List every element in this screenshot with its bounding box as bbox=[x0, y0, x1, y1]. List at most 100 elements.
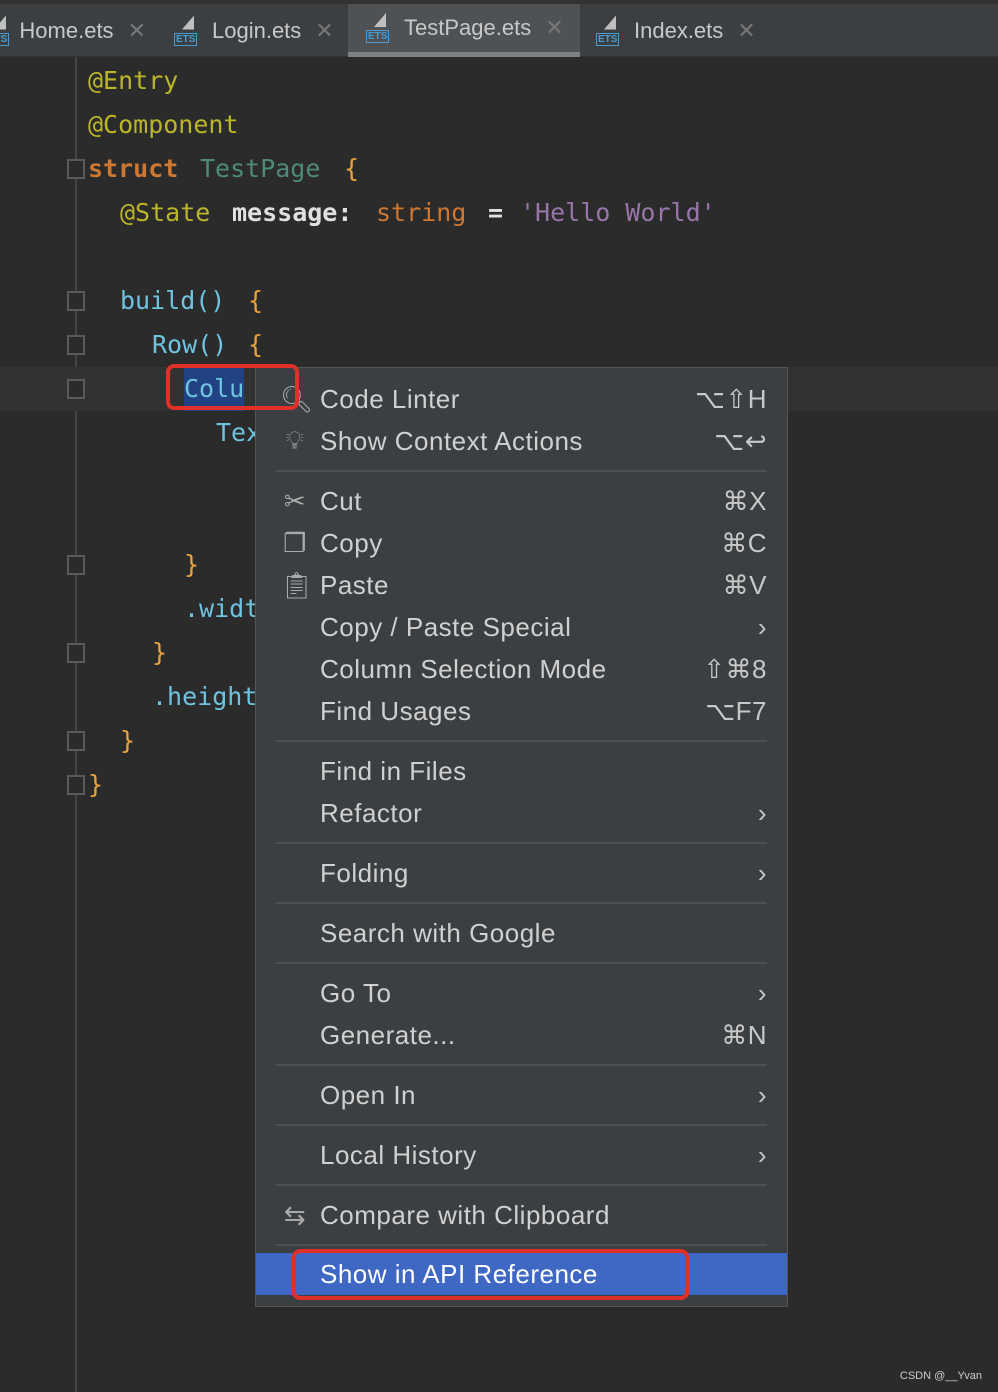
menu-item-label: Folding bbox=[320, 857, 409, 888]
menu-item-cut[interactable]: ✂ Cut ⌘X bbox=[256, 480, 787, 522]
menu-item-open-in[interactable]: Open In › bbox=[256, 1074, 787, 1116]
annotation-highlight-box bbox=[292, 1249, 689, 1300]
menu-item-label: Show Context Actions bbox=[320, 425, 583, 456]
code-token: .height bbox=[152, 682, 258, 711]
menu-item-code-linter[interactable]: 🔍︎ Code Linter ⌥⇧H bbox=[256, 378, 787, 420]
ets-file-icon bbox=[174, 16, 202, 46]
submenu-chevron-icon: › bbox=[757, 611, 767, 642]
menu-item-shortcut: ⇧⌘8 bbox=[703, 653, 767, 684]
menu-item-copy-paste-special[interactable]: Copy / Paste Special › bbox=[256, 606, 787, 648]
menu-separator bbox=[256, 1056, 787, 1074]
menu-separator bbox=[256, 834, 787, 852]
ets-file-icon bbox=[596, 16, 624, 46]
code-token: @Component bbox=[88, 110, 239, 139]
menu-item-label: Refactor bbox=[320, 797, 423, 828]
fold-icon[interactable] bbox=[67, 775, 85, 795]
code-token: TestPage bbox=[200, 154, 321, 183]
code-token: @Entry bbox=[88, 66, 179, 95]
menu-item-label: Column Selection Mode bbox=[320, 653, 607, 684]
menu-item-go-to[interactable]: Go To › bbox=[256, 972, 787, 1014]
fold-icon[interactable] bbox=[67, 159, 85, 179]
code-token: = bbox=[488, 198, 504, 227]
menu-item-label: Search with Google bbox=[320, 917, 556, 948]
menu-separator bbox=[256, 954, 787, 972]
menu-item-label: Cut bbox=[320, 485, 362, 516]
menu-item-paste[interactable]: 📋︎ Paste ⌘V bbox=[256, 564, 787, 606]
code-token: string bbox=[376, 198, 467, 227]
submenu-chevron-icon: › bbox=[757, 1139, 767, 1170]
submenu-chevron-icon: › bbox=[757, 797, 767, 828]
code-token: { bbox=[248, 330, 264, 359]
ets-file-icon bbox=[0, 16, 10, 46]
submenu-chevron-icon: › bbox=[757, 1079, 767, 1110]
code-token: @State bbox=[120, 198, 211, 227]
menu-item-find-in-files[interactable]: Find in Files bbox=[256, 750, 787, 792]
code-token: } bbox=[184, 550, 200, 579]
code-token: message: bbox=[232, 198, 353, 227]
menu-item-compare-with-clipboard[interactable]: ⇆ Compare with Clipboard bbox=[256, 1194, 787, 1236]
menu-separator bbox=[256, 1176, 787, 1194]
menu-item-label: Open In bbox=[320, 1079, 417, 1110]
code-token: } bbox=[152, 638, 168, 667]
code-token: .widt bbox=[184, 594, 260, 623]
menu-item-label: Paste bbox=[320, 569, 389, 600]
menu-item-refactor[interactable]: Refactor › bbox=[256, 792, 787, 834]
fold-icon[interactable] bbox=[67, 335, 85, 355]
close-icon[interactable]: ✕ bbox=[315, 18, 333, 44]
watermark: CSDN @__Yvan bbox=[899, 1370, 982, 1382]
tab-index[interactable]: Index.ets ✕ bbox=[596, 4, 776, 57]
close-icon[interactable]: ✕ bbox=[128, 18, 146, 44]
close-icon[interactable]: ✕ bbox=[545, 15, 563, 41]
menu-item-label: Compare with Clipboard bbox=[320, 1199, 610, 1230]
tab-login[interactable]: Login.ets ✕ bbox=[174, 4, 344, 57]
menu-item-local-history[interactable]: Local History › bbox=[256, 1134, 787, 1176]
fold-icon[interactable] bbox=[67, 643, 85, 663]
menu-item-folding[interactable]: Folding › bbox=[256, 852, 787, 894]
tab-home[interactable]: Home.ets ✕ bbox=[0, 4, 146, 57]
compare-clipboard-icon: ⇆ bbox=[283, 1199, 307, 1230]
ets-file-icon bbox=[366, 13, 394, 43]
scissors-icon: ✂ bbox=[283, 485, 307, 516]
tab-testpage[interactable]: TestPage.ets ✕ bbox=[348, 4, 580, 57]
code-token: } bbox=[120, 726, 136, 755]
menu-separator bbox=[256, 894, 787, 912]
submenu-chevron-icon: › bbox=[757, 857, 767, 888]
menu-item-label: Copy bbox=[320, 527, 383, 558]
menu-item-copy[interactable]: ❐ Copy ⌘C bbox=[256, 522, 787, 564]
menu-item-search-with-google[interactable]: Search with Google bbox=[256, 912, 787, 954]
menu-item-shortcut: ⌥F7 bbox=[705, 695, 767, 726]
menu-item-label: Local History bbox=[320, 1139, 477, 1170]
menu-separator bbox=[256, 462, 787, 480]
menu-item-column-selection-mode[interactable]: Column Selection Mode ⇧⌘8 bbox=[256, 648, 787, 690]
code-token: { bbox=[248, 286, 264, 315]
fold-icon[interactable] bbox=[67, 291, 85, 311]
menu-item-find-usages[interactable]: Find Usages ⌥F7 bbox=[256, 690, 787, 732]
submenu-chevron-icon: › bbox=[757, 977, 767, 1008]
menu-item-show-context-actions[interactable]: 💡︎ Show Context Actions ⌥↩ bbox=[256, 420, 787, 462]
menu-item-shortcut: ⌘X bbox=[722, 485, 767, 516]
code-token: Row() bbox=[152, 330, 228, 359]
clipboard-icon: 📋︎ bbox=[280, 569, 314, 600]
menu-item-shortcut: ⌘C bbox=[721, 527, 767, 558]
menu-separator bbox=[256, 732, 787, 750]
close-icon[interactable]: ✕ bbox=[737, 18, 755, 44]
menu-item-shortcut: ⌘V bbox=[722, 569, 767, 600]
code-token: } bbox=[88, 770, 104, 799]
fold-icon[interactable] bbox=[67, 379, 85, 399]
code-token: build() bbox=[120, 286, 226, 315]
menu-item-label: Find Usages bbox=[320, 695, 472, 726]
menu-item-shortcut: ⌥⇧H bbox=[694, 383, 767, 414]
menu-item-label: Find in Files bbox=[320, 755, 467, 786]
menu-item-label: Code Linter bbox=[320, 383, 460, 414]
context-menu: 🔍︎ Code Linter ⌥⇧H 💡︎ Show Context Actions ⌥↩… bbox=[255, 367, 788, 1307]
menu-item-label: Go To bbox=[320, 977, 392, 1008]
menu-separator bbox=[256, 1116, 787, 1134]
tab-label: Login.ets bbox=[212, 17, 302, 43]
lightbulb-icon: 💡︎ bbox=[285, 425, 305, 455]
fold-icon[interactable] bbox=[67, 731, 85, 751]
tab-label: TestPage.ets bbox=[404, 15, 532, 40]
code-token: 'Hello World' bbox=[520, 198, 716, 227]
menu-item-generate[interactable]: Generate... ⌘N bbox=[256, 1014, 787, 1056]
fold-icon[interactable] bbox=[67, 555, 85, 575]
menu-item-shortcut: ⌥↩ bbox=[714, 425, 767, 456]
